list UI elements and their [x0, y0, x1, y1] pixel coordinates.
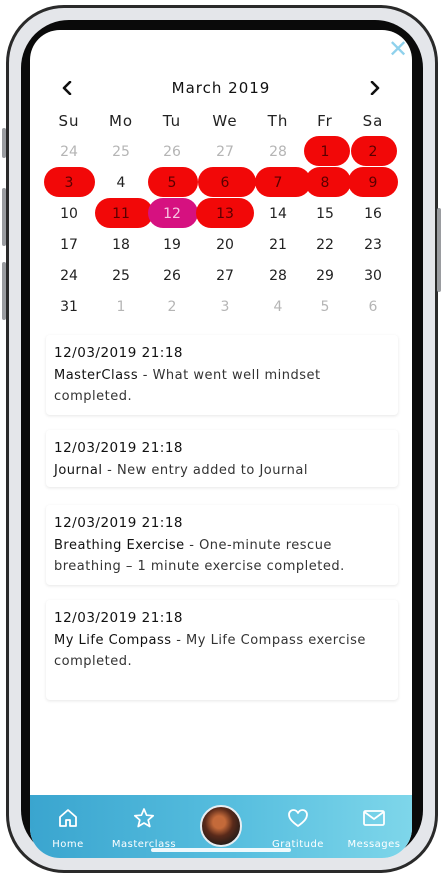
home-icon — [30, 807, 106, 833]
close-icon[interactable]: ✕ — [387, 37, 409, 61]
activity-card: 12/03/2019 21:18 MasterClass - What went… — [46, 335, 398, 415]
calendar-day[interactable]: 27 — [205, 143, 245, 161]
calendar-day[interactable]: 1 — [305, 143, 345, 161]
calendar-day[interactable]: 8 — [305, 174, 345, 192]
mail-icon — [336, 807, 412, 833]
calendar-day[interactable]: 15 — [305, 205, 345, 223]
volume-up-button — [2, 188, 6, 246]
calendar-day[interactable]: 6 — [353, 298, 393, 316]
activity-timestamp: 12/03/2019 21:18 — [54, 345, 184, 361]
calendar-day[interactable]: 28 — [258, 143, 298, 161]
calendar-day[interactable]: 2 — [353, 143, 393, 161]
activity-title: My Life Compass — [54, 633, 172, 648]
calendar-day[interactable]: 10 — [49, 205, 89, 223]
calendar-day[interactable]: 27 — [205, 267, 245, 285]
calendar-day[interactable]: 19 — [152, 236, 192, 254]
calendar-day[interactable]: 25 — [101, 267, 141, 285]
calendar-day[interactable]: 23 — [353, 236, 393, 254]
calendar-day[interactable]: 31 — [49, 298, 89, 316]
activity-description: New entry added to Journal — [116, 463, 308, 478]
calendar-day[interactable]: 9 — [353, 174, 393, 192]
calendar-header: March 2019 — [30, 76, 412, 102]
heart-icon — [260, 807, 336, 833]
volume-down-button — [2, 262, 6, 320]
tab-home[interactable]: Home — [30, 795, 106, 858]
calendar-day[interactable]: 21 — [258, 236, 298, 254]
activity-text: Journal - New entry added to Journal — [54, 463, 308, 478]
tab-messages[interactable]: Messages — [336, 795, 412, 858]
calendar-day[interactable]: 5 — [152, 174, 192, 192]
calendar-day[interactable]: 26 — [152, 267, 192, 285]
weekday-label: Tu — [162, 112, 182, 130]
calendar-day[interactable]: 14 — [258, 205, 298, 223]
calendar-day[interactable]: 3 — [205, 298, 245, 316]
month-label: March 2019 — [171, 79, 271, 97]
power-button — [437, 208, 441, 292]
calendar-day[interactable]: 11 — [101, 205, 141, 223]
calendar-day[interactable]: 28 — [258, 267, 298, 285]
calendar-day[interactable]: 29 — [305, 267, 345, 285]
activity-text: Breathing Exercise - One-minute rescue b… — [54, 538, 345, 574]
calendar-day[interactable]: 2 — [152, 298, 192, 316]
calendar-day[interactable]: 13 — [205, 205, 245, 223]
calendar-day[interactable]: 16 — [353, 205, 393, 223]
weekday-label: Th — [267, 112, 289, 130]
calendar-day[interactable]: 26 — [152, 143, 192, 161]
activity-timestamp: 12/03/2019 21:18 — [54, 515, 184, 531]
mute-switch — [2, 128, 6, 158]
weekday-label: Sa — [362, 112, 384, 130]
activity-card: 12/03/2019 21:18 Breathing Exercise - On… — [46, 505, 398, 585]
calendar-day[interactable]: 18 — [101, 236, 141, 254]
star-icon — [106, 807, 182, 833]
calendar-day[interactable]: 4 — [258, 298, 298, 316]
weekday-label: Mo — [108, 112, 134, 130]
calendar-day[interactable]: 5 — [305, 298, 345, 316]
calendar-day[interactable]: 12 — [152, 205, 192, 223]
calendar-day[interactable]: 24 — [49, 267, 89, 285]
calendar-day[interactable]: 6 — [205, 174, 245, 192]
activity-text: My Life Compass - My Life Compass exerci… — [54, 633, 366, 669]
activity-title: MasterClass — [54, 368, 139, 383]
weekday-label: Su — [58, 112, 80, 130]
calendar-day[interactable]: 7 — [258, 174, 298, 192]
calendar-day[interactable]: 24 — [49, 143, 89, 161]
calendar-day[interactable]: 25 — [101, 143, 141, 161]
activity-title: Journal — [54, 463, 103, 478]
activity-text: MasterClass - What went well mindset com… — [54, 368, 321, 404]
calendar-day[interactable]: 22 — [305, 236, 345, 254]
calendar-day[interactable]: 3 — [49, 174, 89, 192]
calendar-day[interactable]: 30 — [353, 267, 393, 285]
activity-title: Breathing Exercise — [54, 538, 185, 553]
weekday-label: We — [212, 112, 238, 130]
calendar-day[interactable]: 20 — [205, 236, 245, 254]
home-indicator — [151, 848, 291, 852]
profile-avatar[interactable] — [200, 805, 242, 847]
activity-card: 12/03/2019 21:18 My Life Compass - My Li… — [46, 600, 398, 700]
app-screen: ✕ March 2019 Su Mo Tu We Th Fr Sa 24 25 26… — [30, 30, 412, 858]
next-month-chevron-icon[interactable] — [363, 76, 387, 102]
activity-card: 12/03/2019 21:18 Journal - New entry add… — [46, 430, 398, 487]
calendar-day[interactable]: 1 — [101, 298, 141, 316]
activity-timestamp: 12/03/2019 21:18 — [54, 440, 184, 456]
calendar-day[interactable]: 4 — [101, 174, 141, 192]
calendar-day[interactable]: 17 — [49, 236, 89, 254]
activity-timestamp: 12/03/2019 21:18 — [54, 610, 184, 626]
weekday-label: Fr — [317, 112, 333, 130]
tab-label: Home — [52, 839, 84, 850]
tab-label: Messages — [347, 839, 401, 850]
